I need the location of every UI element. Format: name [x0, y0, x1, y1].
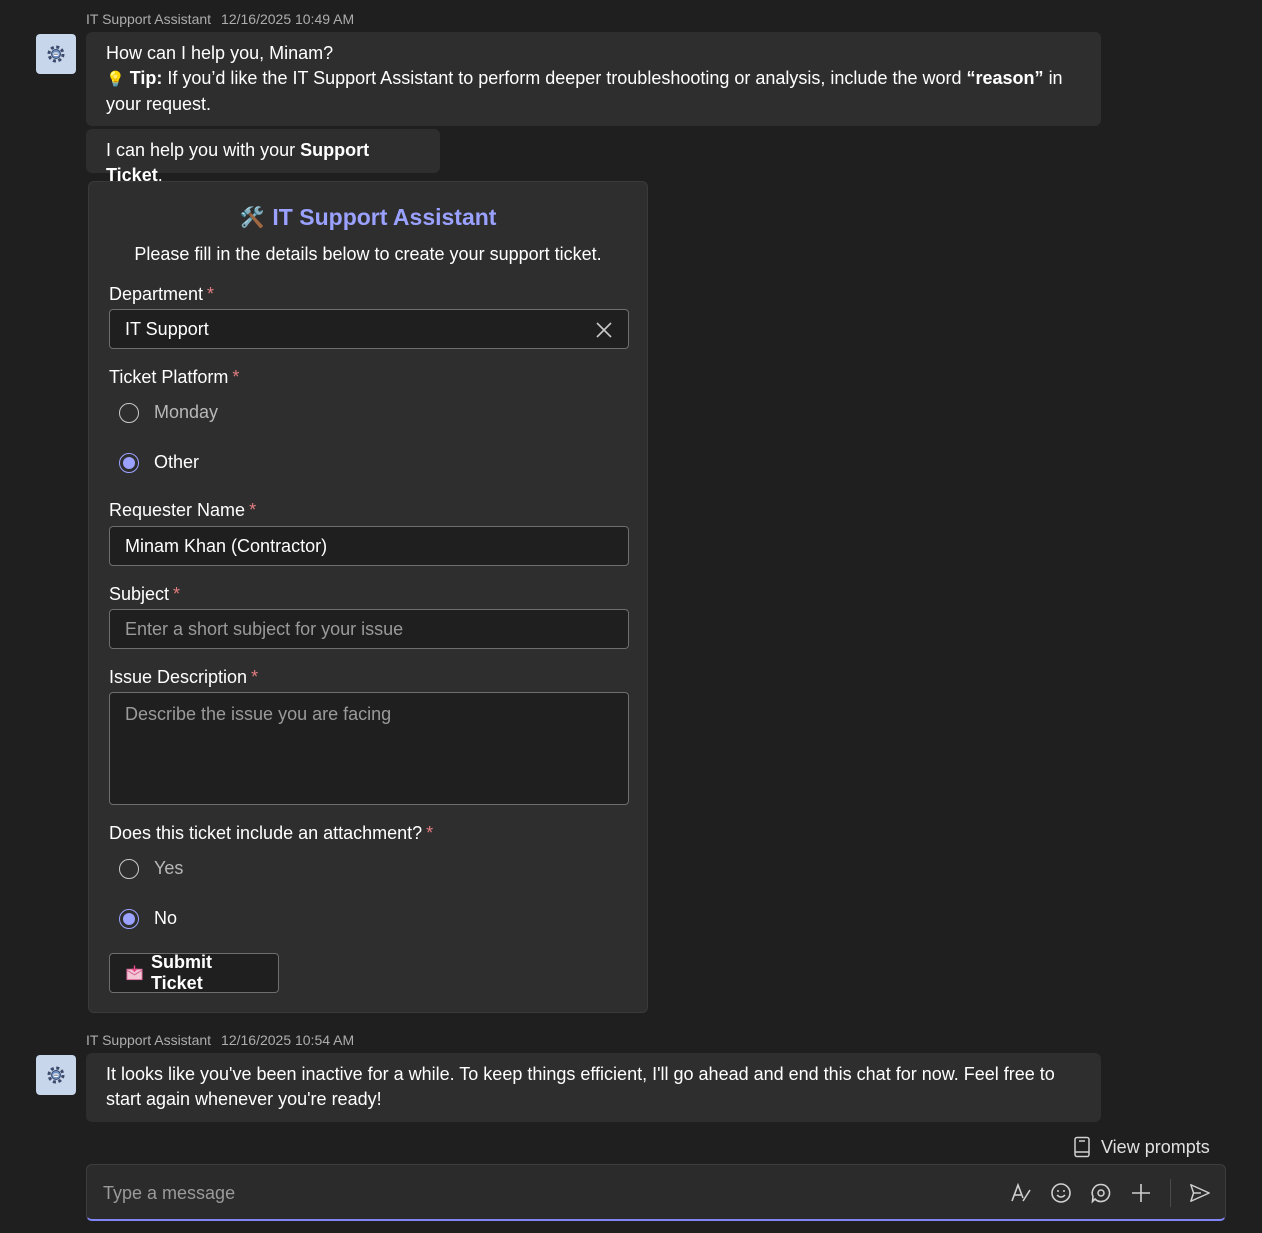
bot-avatar[interactable] [36, 1055, 76, 1095]
platform-label-text: Ticket Platform [109, 367, 229, 387]
requester-name-input[interactable]: Minam Khan (Contractor) [109, 526, 629, 566]
bot-avatar[interactable] [36, 34, 76, 74]
requester-value: Minam Khan (Contractor) [125, 535, 328, 556]
emoji-icon[interactable] [1050, 1182, 1072, 1204]
send-icon[interactable] [1189, 1182, 1211, 1204]
add-icon[interactable] [1130, 1182, 1152, 1204]
greeting-text: How can I help you, Minam? [106, 43, 334, 63]
attachment-label-text: Does this ticket include an attachment? [109, 823, 423, 843]
subject-placeholder: Enter a short subject for your issue [125, 618, 404, 639]
department-value: IT Support [125, 318, 209, 339]
radio-unchecked-icon[interactable] [119, 858, 139, 879]
gear-bot-icon [47, 1066, 65, 1084]
platform-option-monday[interactable]: Monday [119, 402, 218, 423]
close-icon[interactable] [594, 320, 614, 340]
required-marker: * [426, 823, 434, 843]
requester-label: Requester Name * [109, 500, 256, 521]
required-marker: * [249, 500, 257, 520]
option-label: Monday [154, 402, 219, 422]
attachment-label: Does this ticket include an attachment? * [109, 823, 433, 844]
composer-toolbar [1010, 1179, 1211, 1207]
issue-description-textarea[interactable]: Describe the issue you are facing [109, 692, 629, 805]
inactivity-message: It looks like you've been inactive for a… [86, 1053, 1101, 1122]
subject-label-text: Subject [109, 584, 170, 604]
option-label: No [154, 908, 178, 928]
platform-label: Ticket Platform * [109, 367, 239, 388]
submit-ticket-button[interactable]: Submit Ticket [109, 952, 279, 993]
attachment-option-yes[interactable]: Yes [119, 858, 183, 879]
greeting-message: How can I help you, Minam? 💡 Tip: If you… [86, 32, 1101, 126]
tools-icon: 🛠️ [239, 207, 265, 229]
view-prompts-label: View prompts [1101, 1136, 1210, 1157]
required-marker: * [232, 367, 240, 387]
book-icon [1074, 1136, 1090, 1158]
help-text: I can help you with your [106, 140, 296, 160]
attachment-option-no[interactable]: No [119, 908, 177, 929]
radio-checked-icon[interactable] [119, 908, 139, 929]
submit-label: Submit Ticket [150, 952, 212, 993]
description-label-text: Issue Description [109, 667, 248, 687]
message-timestamp: 12/16/2025 10:54 AM [221, 1032, 355, 1048]
description-label: Issue Description * [109, 667, 258, 688]
message-input-placeholder: Type a message [103, 1183, 236, 1203]
message-meta: IT Support Assistant 12/16/2025 10:49 AM [86, 11, 354, 27]
format-icon[interactable] [1010, 1182, 1032, 1204]
required-marker: * [173, 584, 181, 604]
help-message: I can help you with your Support Ticket. [86, 129, 440, 185]
lightbulb-icon: 💡 [106, 71, 125, 88]
tip-text: 💡 Tip: If you’d like the IT Support Assi… [106, 66, 1081, 117]
radio-unchecked-icon[interactable] [119, 402, 139, 423]
requester-label-text: Requester Name [109, 500, 246, 520]
message-composer[interactable]: Type a message [86, 1164, 1226, 1221]
department-select[interactable]: IT Support [109, 309, 629, 349]
sender-name: IT Support Assistant [86, 11, 212, 27]
option-label: Other [154, 452, 200, 472]
tip-body: If you’d like the IT Support Assistant t… [167, 68, 962, 88]
tip-keyword: “reason” [966, 68, 1044, 88]
option-label: Yes [154, 858, 184, 878]
toolbar-divider [1170, 1179, 1171, 1207]
department-label: Department * [109, 284, 214, 305]
gear-bot-icon [47, 45, 65, 63]
sender-name: IT Support Assistant [86, 1032, 212, 1048]
required-marker: * [207, 284, 215, 304]
message-timestamp: 12/16/2025 10:49 AM [221, 11, 355, 27]
subject-label: Subject * [109, 584, 180, 605]
subject-input[interactable]: Enter a short subject for your issue [109, 609, 629, 649]
support-ticket-card: 🛠️ IT Support Assistant Please fill in t… [88, 181, 648, 1013]
department-label-text: Department [109, 284, 204, 304]
required-marker: * [251, 667, 259, 687]
card-title: 🛠️ IT Support Assistant [89, 204, 647, 231]
envelope-icon [126, 965, 143, 981]
radio-checked-icon[interactable] [119, 452, 139, 473]
description-placeholder: Describe the issue you are facing [125, 704, 392, 724]
card-subtitle: Please fill in the details below to crea… [134, 244, 602, 264]
tip-label: Tip: [129, 68, 163, 88]
message-meta: IT Support Assistant 12/16/2025 10:54 AM [86, 1032, 354, 1048]
view-prompts-button[interactable]: View prompts [1073, 1136, 1210, 1158]
loop-icon[interactable] [1090, 1182, 1112, 1204]
platform-option-other[interactable]: Other [119, 452, 199, 473]
card-title-text: IT Support Assistant [272, 204, 497, 230]
